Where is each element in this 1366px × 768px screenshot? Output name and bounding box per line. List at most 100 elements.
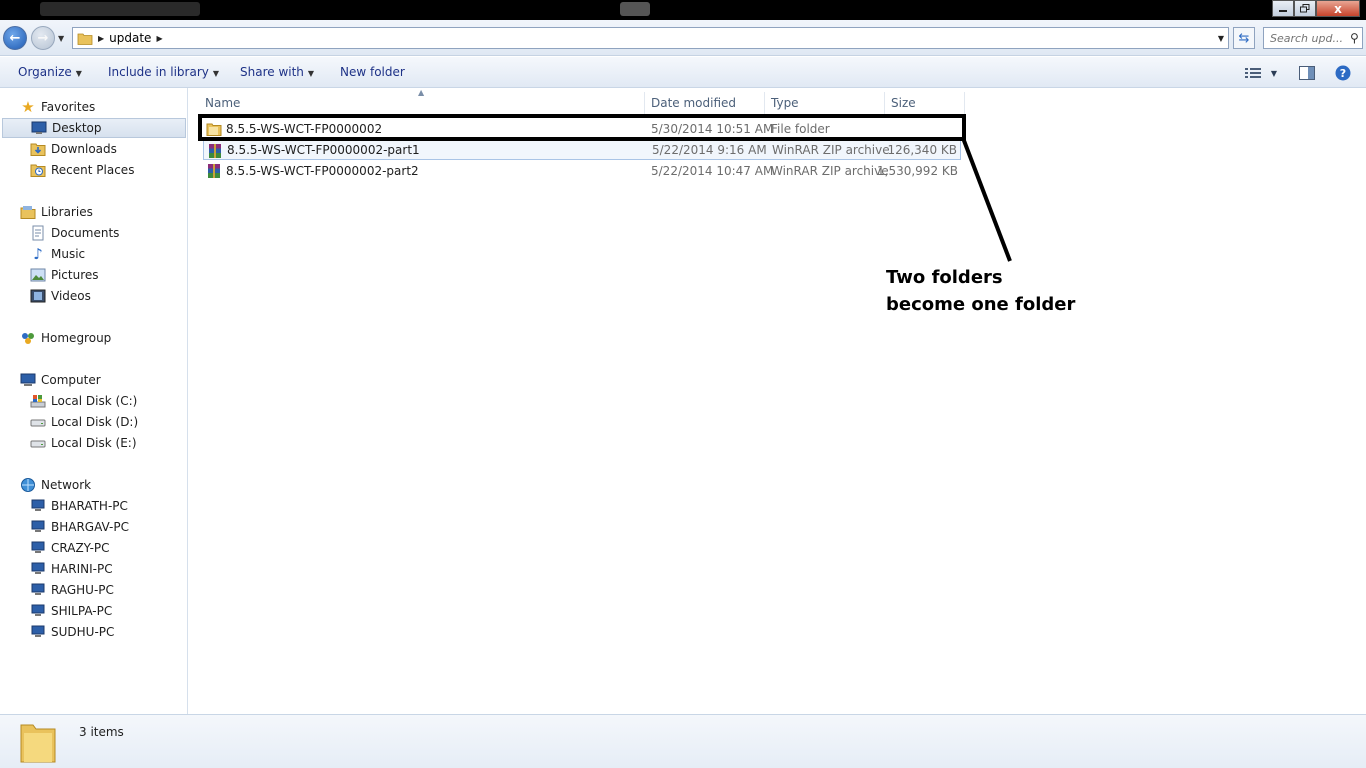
chevron-down-icon: ▼ bbox=[75, 69, 82, 78]
nav-network-label: Network bbox=[41, 478, 92, 492]
preview-pane-icon bbox=[1299, 66, 1315, 80]
homegroup-icon bbox=[22, 333, 34, 344]
winrar-archive-icon bbox=[209, 144, 221, 158]
recent-pages-dropdown[interactable]: ▼ bbox=[58, 34, 64, 43]
nav-item-label: Pictures bbox=[51, 268, 99, 282]
chevron-down-icon: ▼ bbox=[307, 69, 315, 78]
item-count: 3 items bbox=[79, 725, 124, 739]
nav-item-pictures[interactable]: Pictures bbox=[0, 265, 186, 285]
address-bar[interactable]: ▶ update ▶ ▼ bbox=[72, 27, 1229, 49]
network-computer-icon bbox=[31, 520, 45, 532]
nav-homegroup[interactable]: Homegroup bbox=[0, 328, 186, 348]
file-size: 1,530,992 KB bbox=[877, 164, 958, 178]
nav-item-label: Music bbox=[51, 247, 86, 261]
breadcrumb-separator[interactable]: ▶ bbox=[156, 34, 162, 43]
nav-libraries[interactable]: Libraries bbox=[0, 202, 186, 222]
share-with-button[interactable]: Share with ▼ bbox=[240, 65, 314, 79]
address-dropdown[interactable]: ▼ bbox=[1218, 34, 1224, 43]
nav-item-downloads[interactable]: Downloads bbox=[0, 139, 186, 159]
desktop-icon bbox=[31, 121, 47, 134]
address-row: ← → ▼ ▶ update ▶ ▼ ⇆ ⚲ bbox=[0, 20, 1366, 56]
network-computer-icon bbox=[31, 625, 45, 637]
arrow-right-icon: → bbox=[37, 30, 49, 46]
nav-item-label: Videos bbox=[51, 289, 91, 303]
nav-item-network-pc[interactable]: SHILPA-PC bbox=[0, 601, 186, 621]
nav-item-network-pc[interactable]: HARINI-PC bbox=[0, 559, 186, 579]
search-icon: ⚲ bbox=[1350, 31, 1359, 45]
star-icon: ★ bbox=[21, 98, 35, 116]
include-in-library-button[interactable]: Include in library ▼ bbox=[108, 65, 219, 79]
nav-item-documents[interactable]: Documents bbox=[0, 223, 186, 243]
annotation-text: Two folders become one folder bbox=[886, 264, 1075, 318]
column-header-size[interactable]: Size bbox=[885, 92, 965, 114]
nav-item-videos[interactable]: Videos bbox=[0, 286, 186, 306]
annotation-line-1: Two folders bbox=[886, 267, 1003, 288]
change-view-button[interactable]: ▼ bbox=[1241, 63, 1281, 83]
nav-item-music[interactable]: ♪ Music bbox=[0, 244, 186, 264]
help-button[interactable]: ? bbox=[1332, 63, 1354, 83]
nav-network[interactable]: Network bbox=[0, 475, 186, 495]
nav-item-label: Downloads bbox=[51, 142, 117, 156]
new-folder-label: New folder bbox=[340, 65, 405, 79]
file-type: WinRAR ZIP archive bbox=[772, 143, 890, 157]
search-input[interactable] bbox=[1270, 29, 1348, 47]
nav-item-network-pc[interactable]: BHARATH-PC bbox=[0, 496, 186, 516]
computer-icon bbox=[20, 373, 36, 386]
nav-item-label: Local Disk (C:) bbox=[51, 394, 138, 408]
nav-item-desktop[interactable]: Desktop bbox=[2, 118, 186, 138]
nav-item-local-disk-d[interactable]: Local Disk (D:) bbox=[0, 412, 186, 432]
column-header-name[interactable]: Name bbox=[205, 92, 645, 114]
minimize-icon bbox=[1279, 9, 1287, 12]
forward-button[interactable]: → bbox=[31, 26, 55, 50]
nav-favorites-label: Favorites bbox=[41, 100, 96, 114]
annotation-highlight-box bbox=[198, 114, 966, 141]
restore-button[interactable] bbox=[1294, 0, 1316, 17]
folder-icon bbox=[77, 33, 93, 45]
folder-large-icon bbox=[20, 724, 56, 763]
annotation-line-2: become one folder bbox=[886, 294, 1076, 315]
column-header-date-modified[interactable]: Date modified bbox=[645, 92, 765, 114]
nav-item-network-pc[interactable]: SUDHU-PC bbox=[0, 622, 186, 642]
navigation-pane: ★ Favorites Desktop Downloads Recent Pla… bbox=[0, 88, 188, 714]
nav-item-network-pc[interactable]: CRAZY-PC bbox=[0, 538, 186, 558]
network-computer-icon bbox=[31, 541, 45, 553]
svg-text:?: ? bbox=[1340, 67, 1346, 80]
nav-homegroup-label: Homegroup bbox=[41, 331, 112, 345]
drive-icon bbox=[30, 419, 46, 427]
breadcrumb-separator[interactable]: ▶ bbox=[98, 34, 104, 43]
nav-item-recent-places[interactable]: Recent Places bbox=[0, 160, 186, 180]
nav-item-label: SUDHU-PC bbox=[51, 625, 115, 639]
network-computer-icon bbox=[31, 604, 45, 616]
drive-icon bbox=[30, 440, 46, 448]
share-with-label: Share with bbox=[240, 65, 304, 79]
help-icon: ? bbox=[1335, 65, 1351, 81]
nav-item-label: RAGHU-PC bbox=[51, 583, 114, 597]
nav-favorites[interactable]: ★ Favorites bbox=[0, 97, 186, 117]
nav-item-network-pc[interactable]: BHARGAV-PC bbox=[0, 517, 186, 537]
breadcrumb-update[interactable]: update bbox=[109, 31, 151, 45]
refresh-button[interactable]: ⇆ bbox=[1233, 27, 1255, 49]
file-row[interactable]: 8.5.5-WS-WCT-FP0000002-part2 5/22/2014 1… bbox=[203, 161, 961, 181]
preview-pane-button[interactable] bbox=[1296, 63, 1318, 83]
nav-item-label: CRAZY-PC bbox=[51, 541, 110, 555]
nav-computer[interactable]: Computer bbox=[0, 370, 186, 390]
close-button[interactable]: x bbox=[1316, 0, 1360, 17]
details-pane: 3 items bbox=[0, 714, 1366, 768]
nav-libraries-label: Libraries bbox=[41, 205, 93, 219]
nav-item-local-disk-c[interactable]: Local Disk (C:) bbox=[0, 391, 186, 411]
network-computer-icon bbox=[31, 562, 45, 574]
minimize-button[interactable] bbox=[1272, 0, 1294, 17]
column-header-type[interactable]: Type bbox=[765, 92, 885, 114]
column-type-label: Type bbox=[771, 96, 799, 110]
file-date: 5/22/2014 9:16 AM bbox=[652, 143, 767, 157]
file-row[interactable]: 8.5.5-WS-WCT-FP0000002-part1 5/22/2014 9… bbox=[203, 140, 961, 160]
search-box[interactable]: ⚲ bbox=[1263, 27, 1363, 49]
organize-button[interactable]: Organize ▼ bbox=[18, 65, 82, 79]
nav-item-label: Desktop bbox=[52, 121, 102, 135]
network-computer-icon bbox=[31, 583, 45, 595]
close-icon: x bbox=[1334, 1, 1342, 16]
nav-item-network-pc[interactable]: RAGHU-PC bbox=[0, 580, 186, 600]
back-button[interactable]: ← bbox=[3, 26, 27, 50]
new-folder-button[interactable]: New folder bbox=[340, 65, 405, 79]
nav-item-local-disk-e[interactable]: Local Disk (E:) bbox=[0, 433, 186, 453]
